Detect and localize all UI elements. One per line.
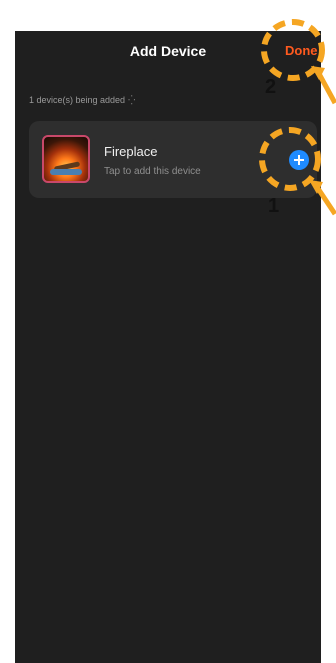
add-device-button[interactable]	[289, 150, 309, 170]
loading-spinner-icon: ⁛	[128, 95, 136, 105]
done-button[interactable]: Done	[285, 43, 318, 58]
device-name: Fireplace	[104, 144, 158, 159]
device-card[interactable]: Fireplace Tap to add this device	[29, 121, 317, 198]
device-thumbnail	[42, 135, 90, 183]
app-screen: Add Device Done 1 device(s) being added ⁛…	[15, 31, 321, 663]
adding-status: 1 device(s) being added ⁛	[29, 95, 135, 106]
page-title: Add Device	[129, 43, 207, 59]
plus-icon	[294, 155, 304, 165]
step-2-label: 2	[265, 76, 277, 98]
device-subtitle: Tap to add this device	[104, 166, 201, 177]
ember-shape	[50, 169, 82, 175]
status-text: 1 device(s) being added	[29, 95, 126, 105]
step-1-label: 1	[268, 195, 280, 217]
